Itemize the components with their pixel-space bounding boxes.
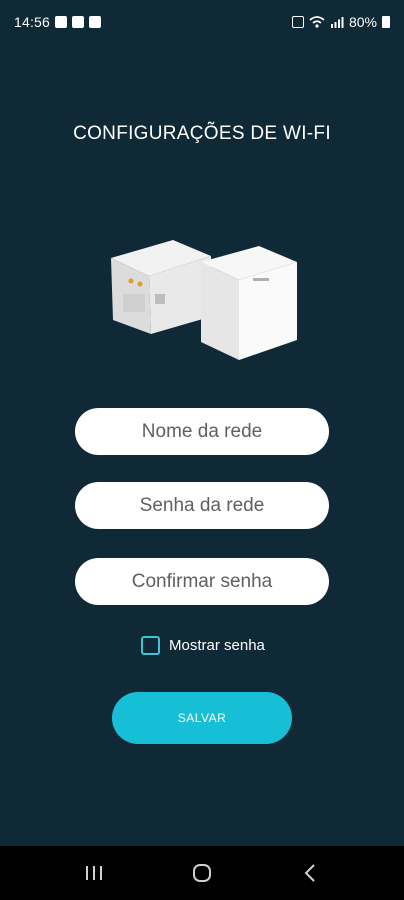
home-icon [193, 864, 211, 882]
back-icon [304, 864, 315, 882]
status-left: 14:56 [14, 14, 102, 30]
show-password-checkbox[interactable] [141, 636, 160, 655]
home-button[interactable] [182, 853, 222, 893]
recent-apps-button[interactable] [74, 853, 114, 893]
recent-apps-icon [86, 866, 102, 880]
network-password-field[interactable] [75, 482, 329, 529]
wifi-settings-screen: 14:56 80% CONFIGURAÇÕES DE WI-FI Nome da… [0, 0, 404, 900]
wifi-icon [309, 16, 325, 28]
system-nav-bar [0, 846, 404, 900]
back-button[interactable] [290, 853, 330, 893]
alarm-icon [291, 16, 304, 28]
page-title: CONFIGURAÇÕES DE WI-FI [73, 123, 331, 144]
confirm-password-field[interactable] [75, 558, 329, 605]
message-notification-icon [89, 16, 102, 28]
gallery-notification-icon [55, 16, 68, 28]
status-right: 80% [291, 14, 390, 30]
status-bar: 14:56 80% [0, 0, 404, 44]
status-time: 14:56 [14, 14, 51, 30]
battery-percentage: 80% [348, 14, 377, 30]
app-notification-icon [72, 16, 85, 28]
show-password-toggle[interactable]: Mostrar senha [141, 636, 265, 655]
battery-icon [382, 16, 390, 28]
network-name-field[interactable] [75, 408, 329, 455]
mesh-router-image [111, 240, 297, 360]
save-button[interactable]: SALVAR [112, 692, 292, 744]
show-password-label: Mostrar senha [169, 637, 265, 654]
cellular-signal-icon [330, 17, 344, 28]
